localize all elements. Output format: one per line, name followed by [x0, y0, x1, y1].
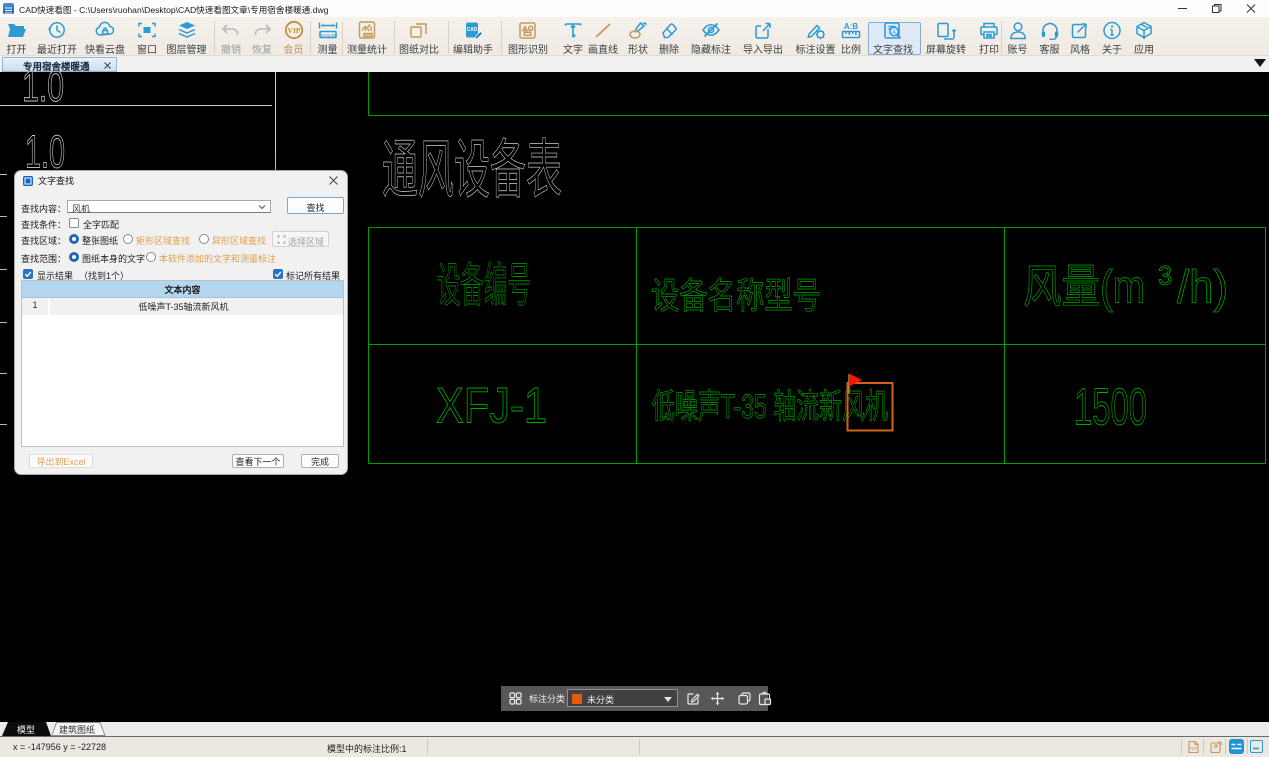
svg-text:CAD: CAD [467, 27, 478, 33]
svg-text:设备编号: 设备编号 [437, 259, 531, 312]
svg-text:1.0: 1.0 [22, 72, 64, 111]
svg-text:低噪声T-35 轴流新风机: 低噪声T-35 轴流新风机 [652, 388, 888, 426]
svg-text:VIP: VIP [287, 26, 300, 35]
svg-text:A: A [892, 30, 896, 36]
svg-text:通风设备表: 通风设备表 [382, 134, 562, 206]
svg-text:3: 3 [1158, 261, 1172, 291]
svg-text:A:B: A:B [844, 22, 858, 31]
svg-text:PDF: PDF [1189, 746, 1198, 751]
svg-text:XFJ-1: XFJ-1 [436, 378, 547, 434]
svg-text:设备名称型号: 设备名称型号 [651, 275, 821, 316]
svg-text:/h): /h) [1177, 261, 1228, 313]
svg-text:1500: 1500 [1074, 379, 1147, 437]
svg-text:MEASURE: MEASURE [319, 33, 337, 37]
svg-text:风量(m: 风量(m [1023, 261, 1145, 313]
